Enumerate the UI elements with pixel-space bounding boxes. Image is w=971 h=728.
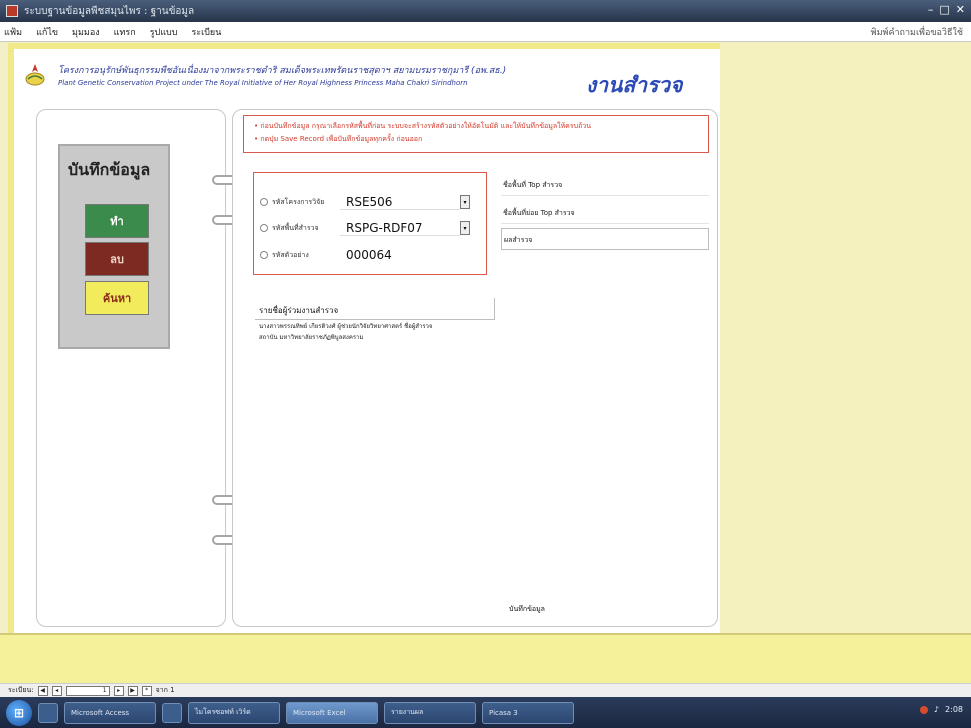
last-record-icon[interactable]: ▶	[127, 685, 138, 696]
surveyor-line-2: สถาบัน มหาวิทยาลัยราชภัฏพิบูลสงคราม	[259, 334, 364, 341]
page-title: งานสำรวจ	[586, 73, 683, 97]
taskbar-item-active[interactable]: Microsoft Excel	[286, 701, 378, 724]
chevron-down-icon[interactable]: ▾	[460, 221, 470, 235]
menu-format[interactable]: รูปแบบ	[150, 25, 178, 39]
menu-insert[interactable]: แทรก	[114, 25, 136, 39]
key-fields-box: รหัสโครงการวิจัย RSE506 ▾ รหัสพื้นที่สำร…	[253, 172, 487, 275]
first-record-icon[interactable]: ◀	[37, 685, 48, 696]
window-controls: – □ ✕	[928, 3, 965, 16]
project-code-radio[interactable]	[260, 198, 268, 206]
rspg-logo-icon	[25, 64, 45, 86]
area-code-radio[interactable]	[260, 224, 268, 232]
menu-heading: บันทึกข้อมูล	[68, 160, 151, 179]
delete-record-button[interactable]: ลบ	[85, 242, 149, 276]
close-icon[interactable]: ✕	[956, 3, 965, 16]
folder-icon[interactable]	[162, 702, 182, 723]
instruction-note: • ก่อนบันทึกข้อมูล กรุณาเลือกรหัสพื้นที่…	[243, 115, 709, 153]
record-label: ระเบียน:	[8, 686, 34, 694]
area-code-label: รหัสพื้นที่สำรวจ	[272, 223, 319, 232]
header-english-title: Plant Genetic Conservation Project under…	[58, 79, 468, 87]
title-bar: ระบบฐานข้อมูลพืชสมุนไพร : ฐานข้อมูล – □ …	[0, 0, 971, 22]
taskbar-item[interactable]: รายงานผล	[384, 701, 476, 724]
survey-result-field[interactable]: ผลสำรวจ	[501, 228, 709, 250]
surveyor-line-1: นางสาวพรรณทิพย์ เกียรติวงศ์ ผู้ช่วยนักวิ…	[259, 323, 433, 330]
area-name-field[interactable]: ชื่อพื้นที่ Top สำรวจ	[501, 172, 709, 196]
menu-file[interactable]: แฟ้ม	[4, 25, 22, 39]
record-navigator: ระเบียน: ◀ ◂ 1 ▸ ▶ * จาก 1	[0, 683, 971, 697]
search-record-button[interactable]: ค้นหา	[85, 281, 149, 315]
maximize-icon[interactable]: □	[939, 3, 949, 16]
windows-taskbar: ⊞ Microsoft Access ไมโครซอฟท์ เวิร์ด Mic…	[0, 697, 971, 728]
antivirus-icon[interactable]	[919, 705, 928, 714]
sample-code-row: รหัสตัวอย่าง 000064	[260, 244, 482, 266]
form-footer	[0, 633, 971, 683]
left-binder-card: บันทึกข้อมูล ทำ ลบ ค้นหา	[36, 109, 226, 627]
add-record-button[interactable]: ทำ	[85, 204, 149, 238]
surveyor-list-heading: รายชื่อผู้ร่วมงานสำรวจ	[255, 298, 495, 320]
prev-record-icon[interactable]: ◂	[51, 685, 62, 696]
sub-area-name-field[interactable]: ชื่อพื้นที่ย่อย Top สำรวจ	[501, 200, 709, 224]
help-search-box[interactable]: พิมพ์คำถามเพื่อขอวิธีใช้	[871, 25, 963, 39]
area-info-column: ชื่อพื้นที่ Top สำรวจ ชื่อพื้นที่ย่อย To…	[501, 172, 709, 272]
menu-edit[interactable]: แก้ไข	[36, 25, 58, 39]
volume-icon[interactable]: ♪	[934, 705, 939, 714]
menu-view[interactable]: มุมมอง	[72, 25, 100, 39]
next-record-icon[interactable]: ▸	[113, 685, 124, 696]
record-count: จาก 1	[155, 686, 175, 694]
window-title: ระบบฐานข้อมูลพืชสมุนไพร : ฐานข้อมูล	[24, 5, 195, 17]
access-app-icon	[6, 5, 18, 17]
start-icon[interactable]: ⊞	[6, 699, 32, 726]
area-code-row: รหัสพื้นที่สำรวจ RSPG-RDF07 ▾	[260, 217, 482, 239]
project-code-label: รหัสโครงการวิจัย	[272, 197, 325, 206]
taskbar-item[interactable]: Picasa 3	[482, 701, 574, 724]
header-thai-title: โครงการอนุรักษ์พันธุกรรมพืชอันเนื่องมาจา…	[58, 66, 507, 76]
ie-icon[interactable]	[38, 702, 58, 723]
form-header: โครงการอนุรักษ์พันธุกรรมพืชอันเนื่องมาจา…	[14, 49, 720, 105]
taskbar-item[interactable]: Microsoft Access	[64, 701, 156, 724]
sample-code-input[interactable]: 000064	[340, 248, 460, 262]
note-line-2: • กดปุ่ม Save Record เพื่อบันทึกข้อมูลทุ…	[254, 135, 423, 143]
sample-code-label: รหัสตัวอย่าง	[272, 250, 309, 259]
project-code-row: รหัสโครงการวิจัย RSE506 ▾	[260, 191, 482, 213]
record-menu-panel: บันทึกข้อมูล ทำ ลบ ค้นหา	[58, 144, 170, 349]
clock[interactable]: 2:08	[945, 705, 963, 714]
form-background-right	[720, 43, 971, 633]
area-code-input[interactable]: RSPG-RDF07	[340, 221, 460, 236]
project-code-input[interactable]: RSE506	[340, 195, 460, 210]
chevron-down-icon[interactable]: ▾	[460, 195, 470, 209]
minimize-icon[interactable]: –	[928, 3, 934, 16]
system-tray: ♪ 2:08	[919, 705, 963, 714]
surveyor-list: รายชื่อผู้ร่วมงานสำรวจ นางสาวพรรณทิพย์ เ…	[255, 298, 495, 358]
sample-code-radio[interactable]	[260, 251, 268, 259]
menu-records[interactable]: ระเบียน	[191, 25, 221, 39]
menu-bar: แฟ้ม แก้ไข มุมมอง แทรก รูปแบบ ระเบียน พิ…	[0, 22, 971, 42]
taskbar-item[interactable]: ไมโครซอฟท์ เวิร์ด	[188, 701, 280, 724]
note-line-1: • ก่อนบันทึกข้อมูล กรุณาเลือกรหัสพื้นที่…	[254, 122, 592, 130]
current-record-input[interactable]: 1	[65, 685, 110, 696]
right-binder-card: • ก่อนบันทึกข้อมูล กรุณาเลือกรหัสพื้นที่…	[232, 109, 718, 627]
save-record-label[interactable]: บันทึกข้อมูล	[509, 604, 545, 615]
form-canvas: โครงการอนุรักษ์พันธุกรรมพืชอันเนื่องมาจา…	[8, 43, 720, 633]
new-record-icon[interactable]: *	[141, 685, 152, 696]
